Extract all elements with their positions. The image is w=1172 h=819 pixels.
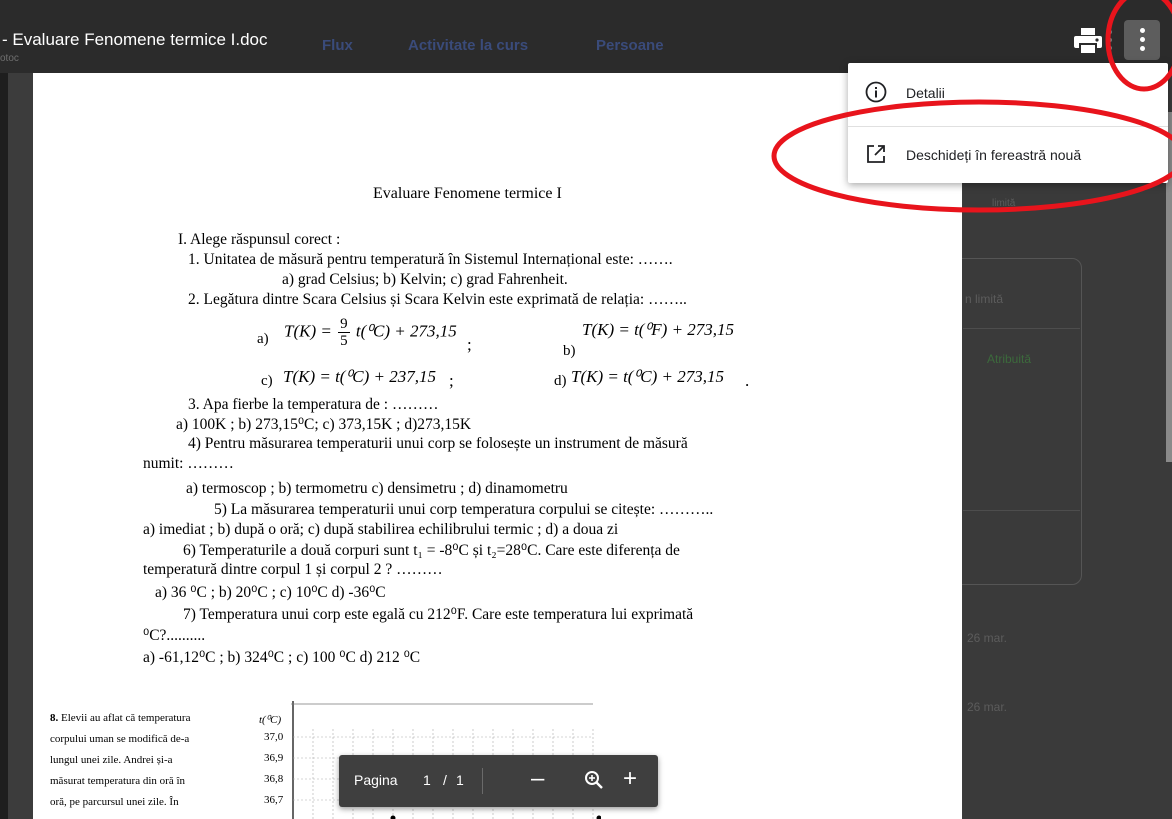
more-vert-icon-dot [1140,37,1145,42]
more-options-button[interactable] [1124,20,1160,60]
fraction-den: 5 [340,333,348,349]
graph-tick: 36,9 [264,752,284,764]
document-title: - Evaluare Fenomene termice I.doc [2,30,268,49]
print-icon[interactable] [1073,27,1103,55]
screen: - Evaluare Fenomene termice I.doc otoc F… [0,0,1172,819]
q8-number: 8. [50,712,59,724]
doc-line: temperatură dintre corpul 1 și corpul 2 … [143,561,443,578]
doc-line: numit: ……… [143,455,234,472]
grid-icon [1108,30,1112,50]
page-navigation: Pagina 1 / 1 – + [339,755,658,807]
bg-status: Atribuită [987,352,1032,366]
doc-line: ⁰C?.......... [143,627,206,644]
document-subtitle: otoc [0,53,19,64]
formula-d-end: . [745,371,750,390]
doc-line: 2. Legătura dintre Scara Celsius și Scar… [188,291,687,308]
doc-line: 4) Pentru măsurarea temperaturii unui co… [188,435,688,452]
formula-d-label: d) [554,373,567,389]
zoom-icon[interactable] [584,770,604,790]
page-label: Pagina [354,772,398,788]
doc-line: 5) La măsurarea temperaturii unui corp t… [214,501,714,518]
doc-line: a) 36 ⁰C ; b) 20⁰C ; c) 10⁰C d) -36⁰C [155,584,386,601]
tab-flux: Flux [322,37,353,54]
doc-line: a) -61,12⁰C ; b) 324⁰C ; c) 100 ⁰C d) 21… [143,649,421,666]
doc-line: a) grad Celsius; b) Kelvin; c) grad Fahr… [282,271,568,288]
graph-tick: 36,8 [264,773,284,785]
divider [963,510,1080,511]
graph-axis-label: t(⁰C) [259,714,282,726]
formula-d: T(K) = t(⁰C) + 273,15 [571,367,725,386]
menu-item-open-new-window[interactable]: Deschideți în fereastră nouă [848,127,1168,183]
page-current[interactable]: 1 [423,772,431,788]
tab-persoane: Persoane [596,37,664,54]
info-icon [865,81,887,103]
doc-line: a) imediat ; b) după o oră; c) după stab… [143,521,619,538]
fraction-num: 9 [338,316,350,333]
more-vert-icon-dot [1140,46,1145,51]
formula-a: T(K) = 95 t(⁰C) + 273,15 [284,316,457,349]
menu-item-open-new-window-label: Deschideți în fereastră nouă [906,147,1082,163]
doc-line: a) 100K ; b) 273,15⁰C; c) 373,15K ; d)27… [176,416,472,433]
page-total: 1 [456,772,464,788]
bg-date-1: 26 mar. [967,631,1008,645]
left-strip [0,73,8,819]
doc-line: 7) Temperatura unui corp este egală cu 2… [183,606,694,623]
formula-b-label: b) [563,343,576,359]
tab-activitate: Activitate la curs [408,37,529,54]
more-options-menu: Detalii Deschideți în fereastră nouă [848,63,1168,183]
formula-c: T(K) = t(⁰C) + 237,15 [283,367,437,386]
formula-a-left: T(K) = [284,321,332,341]
graph-tick: 37,0 [264,731,284,743]
doc-line: 6) Temperaturile a două corpuri sunt t₁ … [183,542,680,559]
q8-line: lungul unei zile. Andrei și-a [50,754,173,766]
formula-c-label: c) [261,373,273,389]
formula-a-right: t(⁰C) + 273,15 [355,321,457,341]
doc-line: 1. Unitatea de măsură pentru temperatură… [188,251,673,268]
formula-a-label: a) [257,331,269,347]
doc-line: a) termoscop ; b) termometru c) densimet… [186,480,568,497]
doc-line: 3. Apa fierbe la temperatura de : ……… [188,396,439,413]
graph-tick: 36,7 [264,794,284,806]
menu-item-details[interactable]: Detalii [848,65,1168,121]
open-in-new-icon [867,145,885,163]
bg-date-2: 26 mar. [967,700,1008,714]
q8-line: măsurat temperatura din oră în [50,775,186,787]
doc-line: I. Alege răspunsul corect : [178,231,341,248]
document-content: Evaluare Fenomene termice I I. Alege răs… [33,73,962,819]
q8-line: oră, pe parcursul unei zile. În [50,796,179,808]
more-vert-icon [1140,28,1145,33]
menu-item-details-label: Detalii [906,85,945,101]
formula-c-end: ; [449,371,454,390]
bg-text-limit: limită [992,198,1016,209]
q8-text: Elevii au aflat că temperatura [61,712,191,724]
doc-title: Evaluare Fenomene termice I [373,185,562,202]
q8-line: corpului uman se modifică de-a [50,733,190,745]
page-separator: / [443,772,447,788]
bg-text-limit2: n limită [965,292,1004,306]
divider [963,328,1080,329]
q8-line: 8. Elevii au aflat că temperatura [50,712,190,724]
formula-b: T(K) = t(⁰F) + 273,15 [582,320,735,339]
formula-a-end: ; [467,335,472,354]
plus-icon[interactable]: + [623,767,637,791]
minus-icon[interactable]: – [531,767,544,791]
document-page[interactable]: Evaluare Fenomene termice I I. Alege răs… [33,73,962,819]
fraction: 95 [338,316,350,349]
graph-point [596,815,601,819]
graph-point [390,815,396,819]
pager-divider [482,768,483,794]
